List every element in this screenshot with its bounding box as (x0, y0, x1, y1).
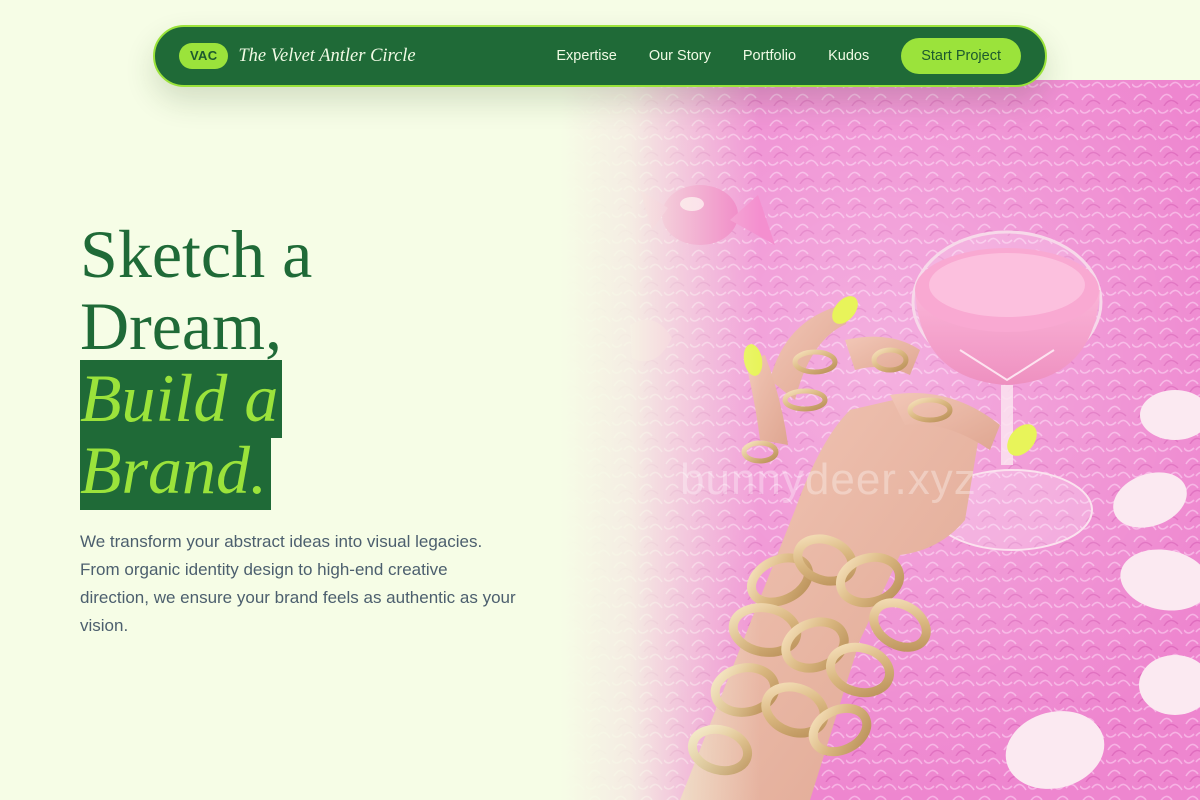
brand-name[interactable]: The Velvet Antler Circle (238, 46, 415, 67)
nav-link-our-story[interactable]: Our Story (649, 48, 711, 64)
nav-link-kudos[interactable]: Kudos (828, 48, 869, 64)
hero-headline: Sketch a Dream, Build a Brand. (80, 216, 550, 510)
headline-highlight-line-1: Build a (80, 360, 283, 438)
nav-link-portfolio[interactable]: Portfolio (743, 48, 796, 64)
start-project-button[interactable]: Start Project (901, 38, 1021, 74)
hero-description: We transform your abstract ideas into vi… (80, 532, 516, 635)
headline-highlight-line-2: Brand. (80, 432, 271, 510)
headline-line-1: Sketch a (80, 216, 313, 292)
hero-section: Sketch a Dream, Build a Brand. We transf… (80, 218, 550, 640)
headline-line-2: Dream, (80, 288, 283, 364)
top-navigation: VAC The Velvet Antler Circle Expertise O… (153, 25, 1047, 87)
logo-badge[interactable]: VAC (179, 43, 229, 69)
hero-image: bunnydeer.xyz (560, 80, 1200, 800)
nav-link-expertise[interactable]: Expertise (556, 48, 616, 64)
hero-photo-illustration (560, 80, 1200, 800)
nav-links: Expertise Our Story Portfolio Kudos Star… (556, 38, 1021, 74)
